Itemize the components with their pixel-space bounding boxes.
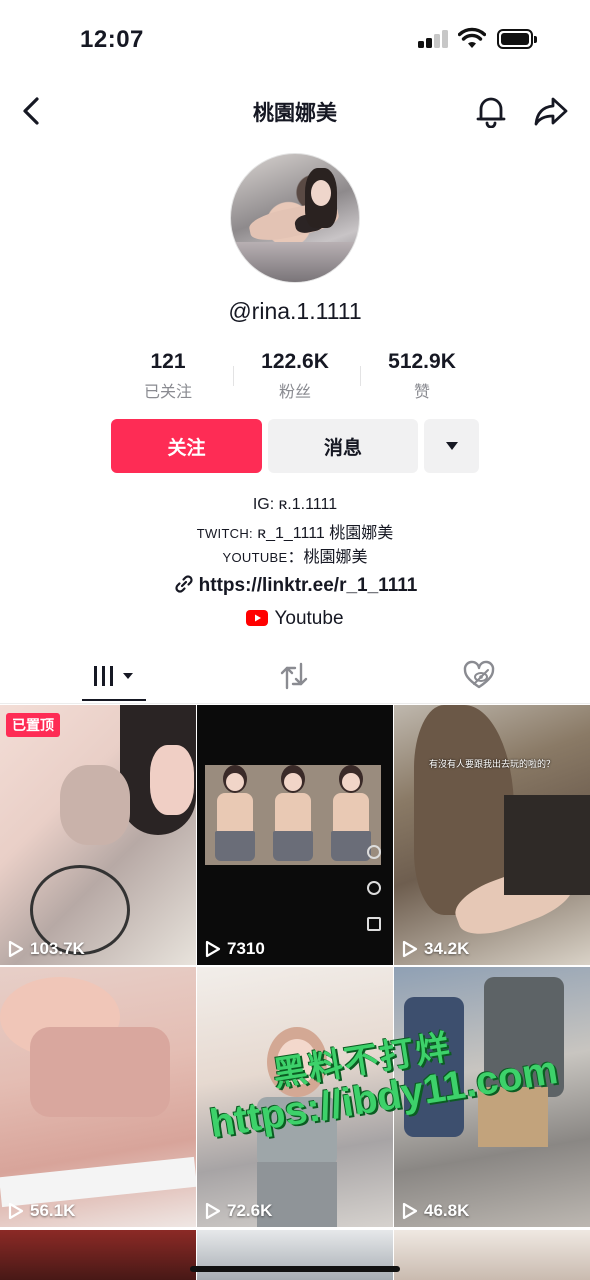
- video-thumbnail[interactable]: 有沒有人要跟我出去玩的啦的？ 34.2K: [394, 705, 590, 965]
- play-icon: [402, 1202, 418, 1220]
- link-icon: [175, 575, 193, 593]
- play-icon: [205, 940, 221, 958]
- play-icon: [402, 940, 418, 958]
- videos-grid-icon[interactable]: [90, 660, 140, 692]
- pinned-badge: 已置顶: [6, 713, 60, 737]
- bio-link[interactable]: https://linktr.ee/r_1_1111: [0, 573, 590, 597]
- view-count: 56.1K: [8, 1201, 75, 1221]
- view-count: 103.7K: [8, 939, 85, 959]
- wifi-icon: [458, 27, 486, 48]
- cellular-signal-icon: [418, 30, 450, 48]
- bell-icon[interactable]: [475, 94, 507, 128]
- bio-youtube-prefix: YOUTUBE: [222, 550, 288, 565]
- home-indicator: [190, 1266, 400, 1272]
- send-icon: [367, 917, 381, 931]
- view-count-text: 103.7K: [30, 939, 85, 958]
- youtube-link[interactable]: Youtube: [0, 608, 590, 630]
- share-icon[interactable]: [533, 94, 569, 128]
- video-caption: 有沒有人要跟我出去玩的啦的？: [428, 759, 555, 769]
- profile-stats: 121 已关注 122.6K 粉丝 512.9K 赞: [110, 350, 480, 404]
- stat-likes[interactable]: 512.9K 赞: [360, 350, 484, 402]
- stat-label: 赞: [413, 384, 430, 401]
- bio-ig: IG: ʀ.1.1111: [252, 496, 338, 513]
- bio-twitch: TWITCH: ʀ_1_1111 桃園娜美: [0, 519, 590, 543]
- bio-twitch-prefix: TWITCH:: [196, 526, 253, 541]
- stat-label: 已关注: [143, 384, 192, 401]
- video-thumbnail[interactable]: 56.1K: [0, 967, 196, 1227]
- status-bar: 12:07: [0, 0, 590, 80]
- view-count-text: 72.6K: [227, 1201, 273, 1220]
- heart-icon: [367, 845, 381, 859]
- active-tab-indicator: [82, 699, 146, 701]
- bio-youtube-value: ：桃園娜美: [287, 549, 368, 566]
- play-icon: [8, 940, 24, 958]
- play-icon: [205, 1202, 221, 1220]
- stat-following[interactable]: 121 已关注: [106, 350, 230, 402]
- view-count-text: 56.1K: [30, 1201, 76, 1220]
- video-thumbnail[interactable]: 7310: [197, 705, 393, 965]
- liked-hidden-icon[interactable]: [462, 660, 496, 692]
- stat-value: 512.9K: [388, 350, 456, 373]
- content-tabs: [0, 650, 590, 704]
- avatar[interactable]: [230, 153, 360, 283]
- message-button[interactable]: 消息: [268, 419, 418, 473]
- stat-value: 121: [150, 350, 186, 373]
- youtube-link-text: Youtube: [274, 608, 344, 629]
- battery-icon: [497, 29, 537, 49]
- view-count: 34.2K: [402, 939, 469, 959]
- bio-link-text: https://linktr.ee/r_1_1111: [198, 575, 418, 596]
- video-thumbnail[interactable]: [0, 1230, 196, 1280]
- view-count: 46.8K: [402, 1201, 469, 1221]
- video-thumbnail[interactable]: 已置顶 103.7K: [0, 705, 196, 965]
- play-icon: [8, 1202, 24, 1220]
- stat-label: 粉丝: [278, 384, 311, 401]
- username: @rina.1.1111: [228, 298, 362, 324]
- video-thumbnail[interactable]: [394, 1230, 590, 1280]
- view-count: 7310: [205, 939, 265, 959]
- view-count: 72.6K: [205, 1201, 272, 1221]
- bio-youtube: YOUTUBE：桃園娜美: [0, 543, 590, 567]
- follow-button[interactable]: 关注: [111, 419, 262, 473]
- youtube-icon: [246, 610, 269, 626]
- view-count-text: 46.8K: [424, 1201, 470, 1220]
- status-time: 12:07: [80, 26, 144, 53]
- top-nav: 桃園娜美: [0, 80, 590, 144]
- view-count-text: 7310: [227, 939, 265, 958]
- comment-icon: [367, 881, 381, 895]
- more-options-button[interactable]: [424, 419, 479, 473]
- view-count-text: 34.2K: [424, 939, 470, 958]
- repost-icon[interactable]: [278, 660, 310, 692]
- stat-followers[interactable]: 122.6K 粉丝: [233, 350, 357, 402]
- video-thumbnail[interactable]: [197, 1230, 393, 1280]
- caret-down-icon: [445, 442, 458, 450]
- stat-value: 122.6K: [261, 350, 329, 373]
- bio-twitch-value: ʀ_1_1111 桃園娜美: [252, 525, 394, 542]
- video-grid: 已置顶 103.7K 7310 有沒有人要跟我出去玩的啦的？ 34.2K 56.…: [0, 705, 590, 1280]
